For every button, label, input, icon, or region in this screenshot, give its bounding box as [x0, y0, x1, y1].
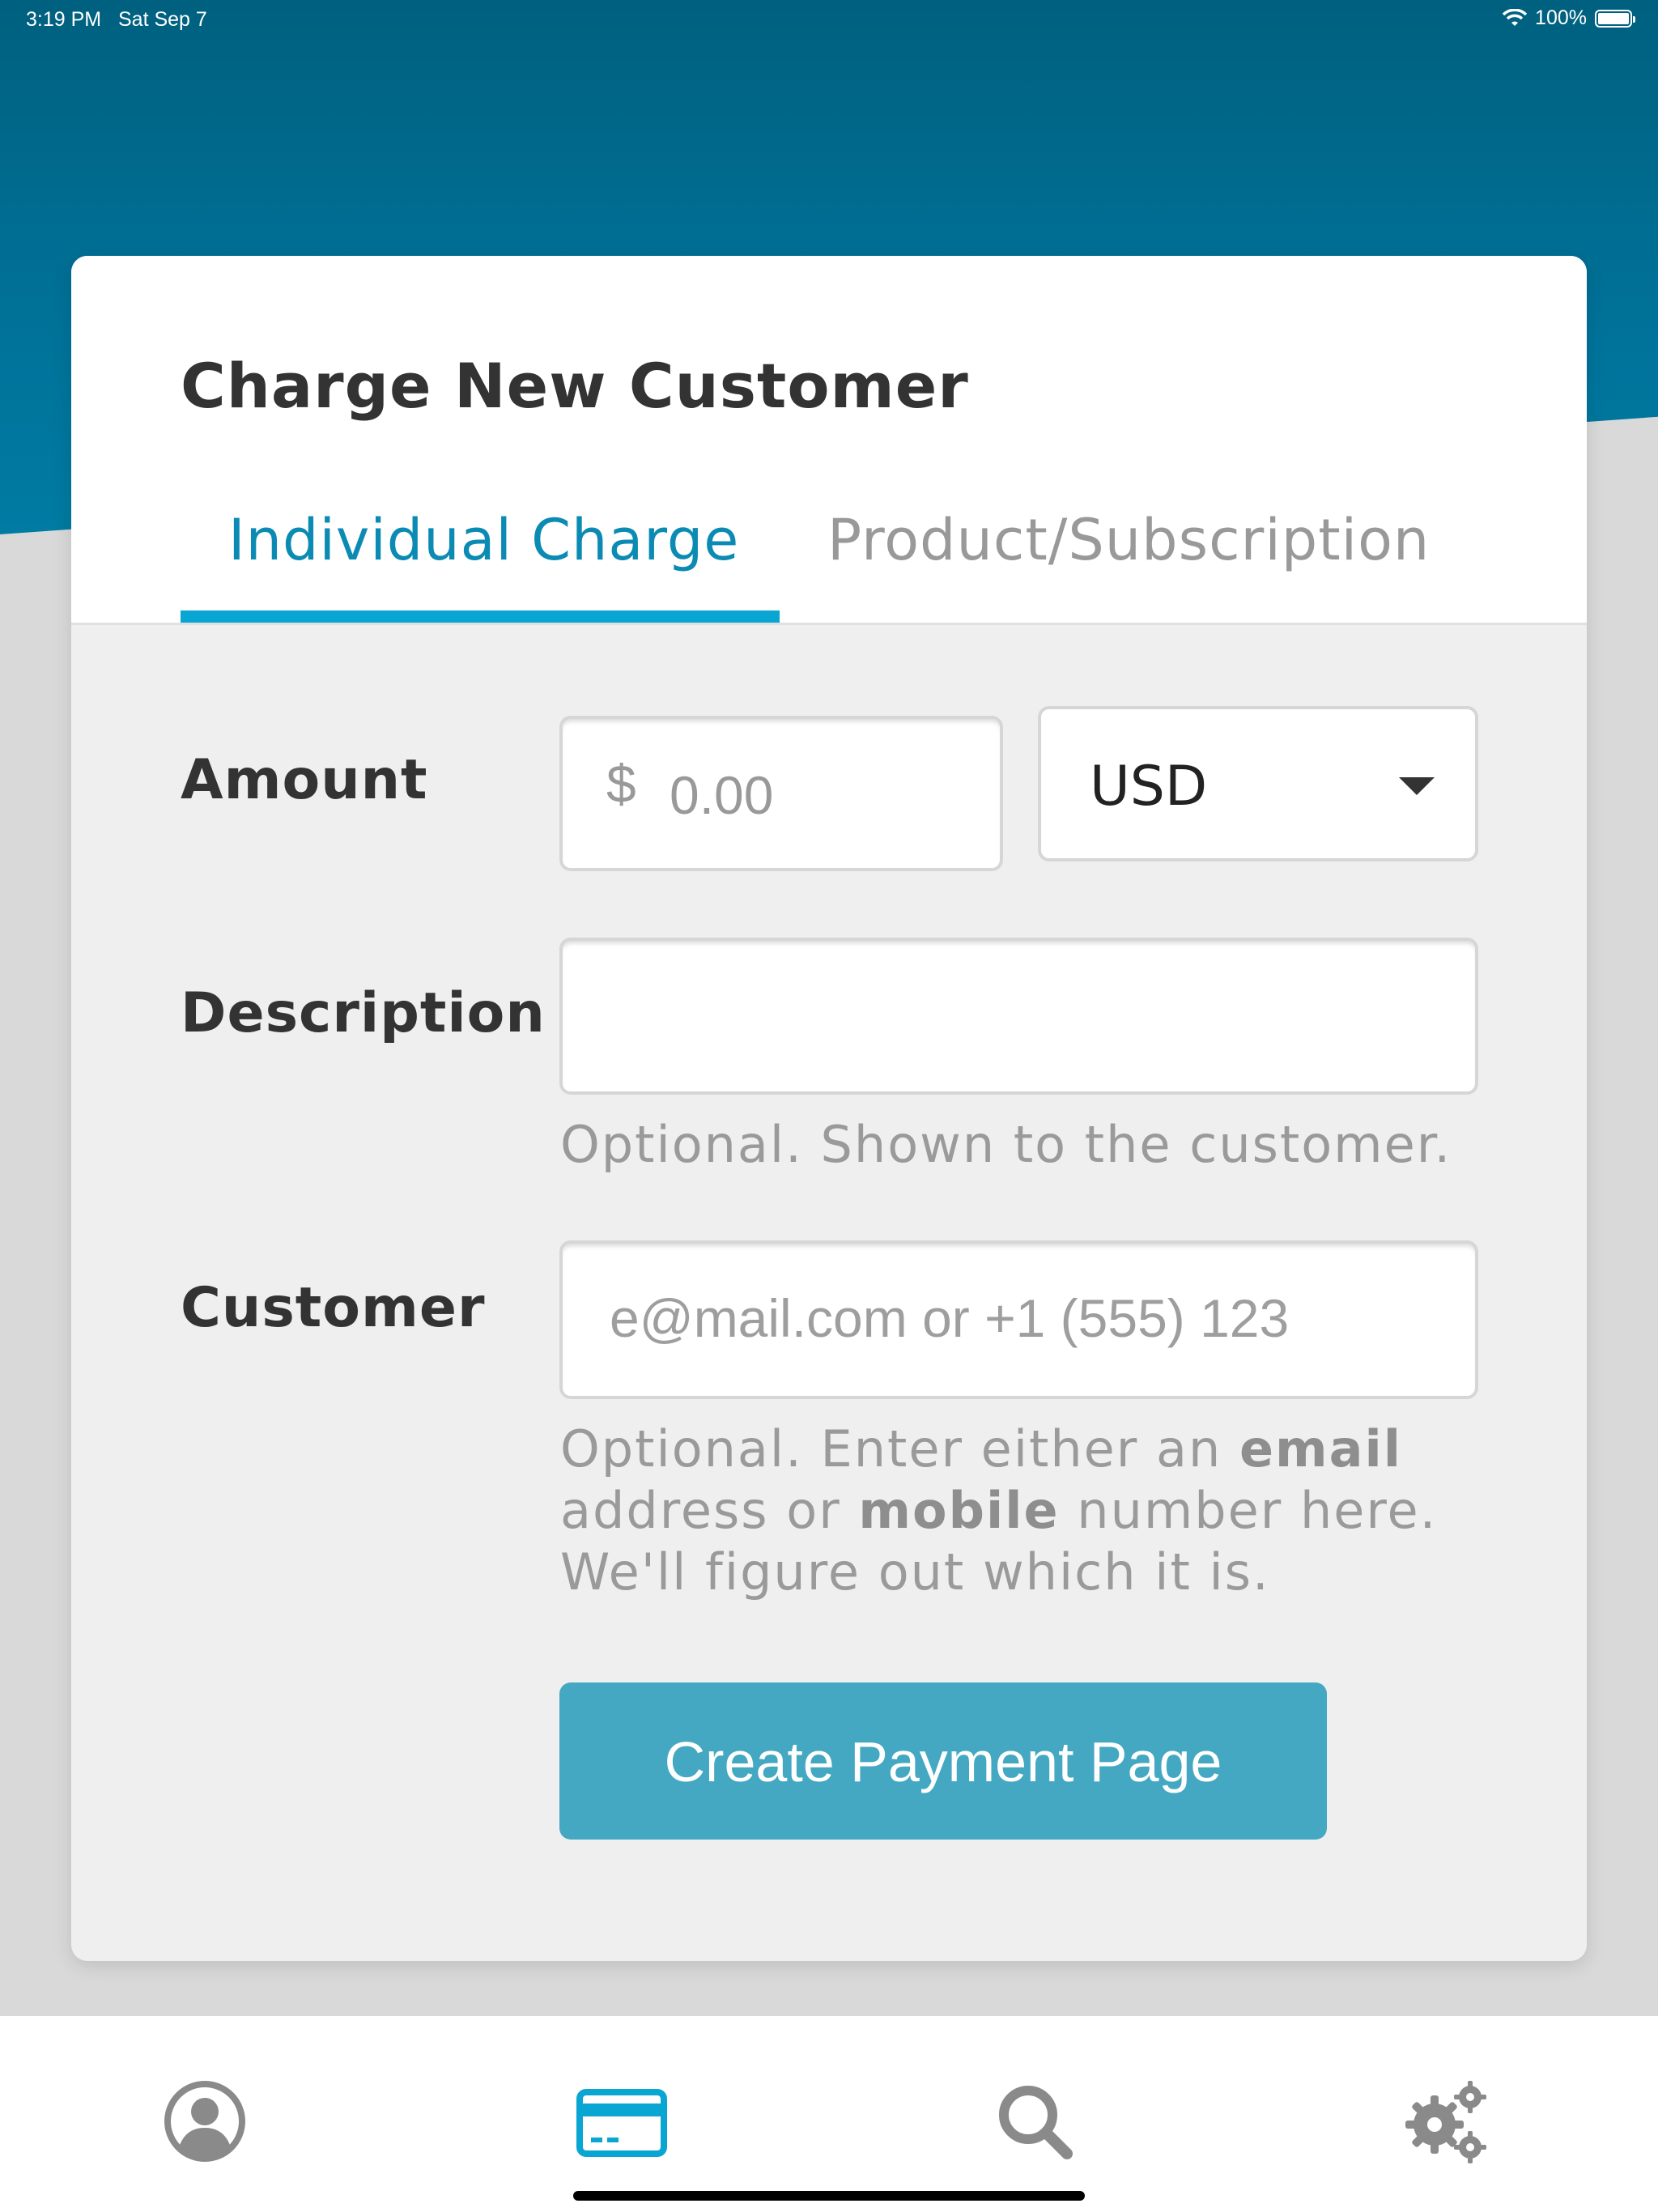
home-indicator	[573, 2191, 1085, 2201]
wifi-icon	[1503, 8, 1528, 26]
tab-search[interactable]	[986, 2073, 1083, 2170]
currency-value: USD	[1090, 755, 1208, 819]
tab-settings[interactable]	[1399, 2073, 1496, 2170]
settings-gears-icon	[1405, 2081, 1486, 2163]
amount-placeholder: 0.00	[670, 765, 774, 825]
active-tab-indicator	[181, 610, 780, 623]
dollar-sign: $	[606, 754, 636, 814]
tab-account[interactable]	[156, 2073, 253, 2170]
amount-label: Amount	[181, 748, 428, 812]
description-label: Description	[181, 981, 546, 1045]
status-right: 100%	[1503, 6, 1635, 30]
currency-select[interactable]: USD	[1038, 706, 1478, 861]
customer-placeholder: e@mail.com or +1 (555) 123	[610, 1288, 1290, 1348]
page-title: Charge New Customer	[181, 350, 969, 422]
battery-icon	[1595, 9, 1635, 28]
status-bar: 3:19 PM Sat Sep 7 100%	[0, 0, 1658, 39]
charge-card: Charge New Customer Individual Charge Pr…	[71, 256, 1587, 1961]
chevron-down-icon	[1399, 777, 1435, 795]
search-icon	[999, 2086, 1073, 2159]
tab-charge[interactable]	[573, 2073, 670, 2170]
card-header: Charge New Customer Individual Charge Pr…	[71, 256, 1587, 625]
create-payment-page-button[interactable]: Create Payment Page	[559, 1682, 1327, 1840]
status-time: 3:19 PM	[26, 8, 102, 31]
account-icon	[164, 2081, 245, 2162]
customer-label: Customer	[181, 1276, 486, 1340]
credit-card-icon	[576, 2089, 667, 2157]
customer-help: Optional. Enter either an email address …	[560, 1419, 1438, 1602]
battery-percentage: 100%	[1535, 6, 1587, 29]
tab-product-subscription[interactable]: Product/Subscription	[827, 507, 1430, 573]
description-input[interactable]	[559, 938, 1478, 1095]
status-date: Sat Sep 7	[118, 8, 207, 31]
amount-input[interactable]: $ 0.00	[559, 716, 1003, 871]
description-help: Optional. Shown to the customer.	[560, 1115, 1452, 1174]
bottom-tab-bar	[0, 2016, 1658, 2212]
tab-individual-charge[interactable]: Individual Charge	[228, 507, 739, 573]
customer-input[interactable]: e@mail.com or +1 (555) 123	[559, 1240, 1478, 1399]
